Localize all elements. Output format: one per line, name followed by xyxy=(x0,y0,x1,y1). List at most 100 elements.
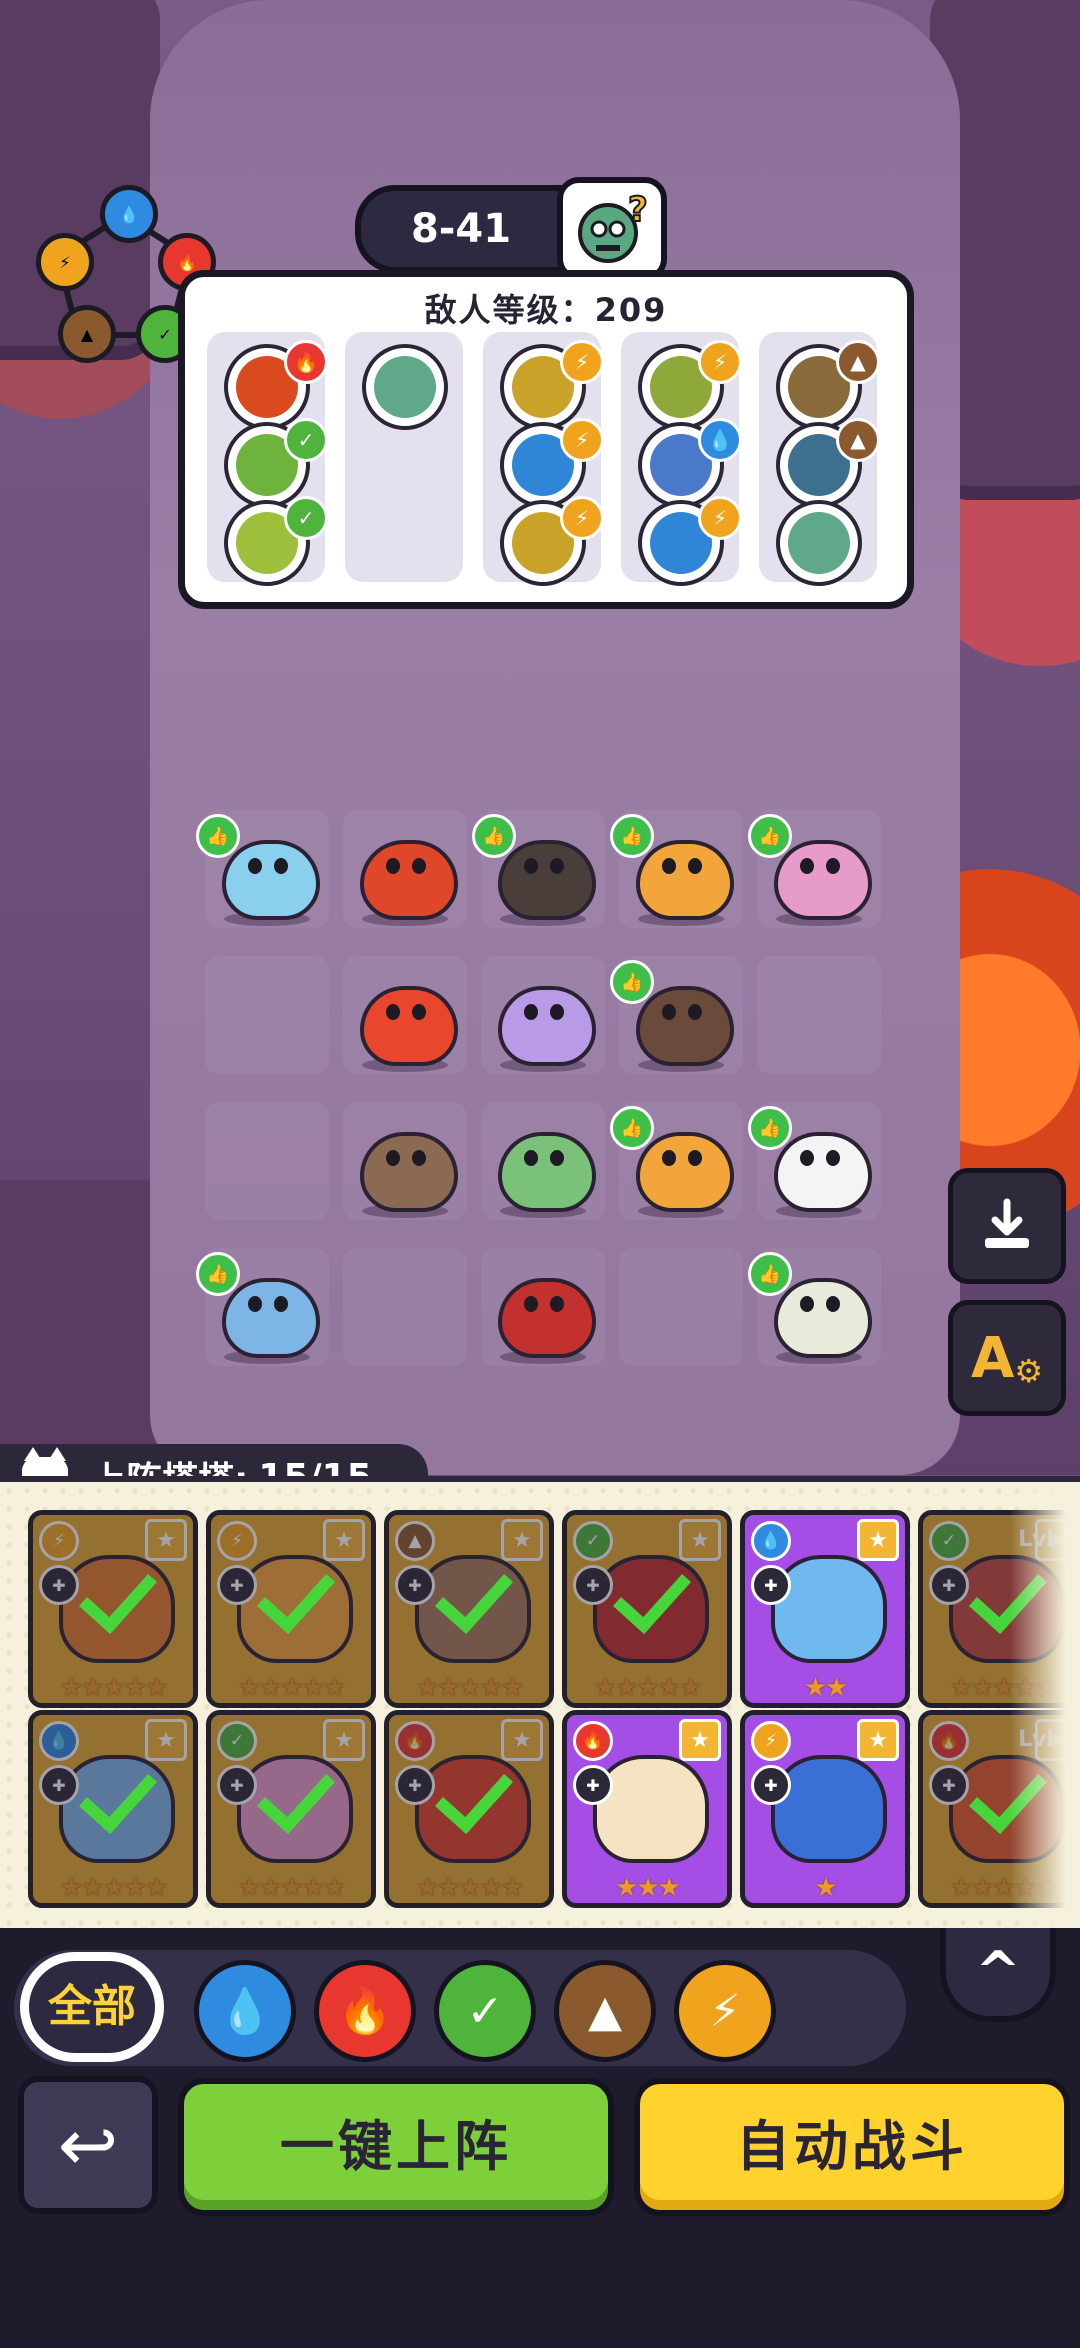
unit-eye xyxy=(826,1150,840,1166)
unit-eye xyxy=(524,858,538,874)
tower-unit[interactable] xyxy=(488,966,598,1072)
tower-card[interactable]: 🔥 ✚ ★ ★★★★★ xyxy=(384,1710,554,1908)
enemy-portrait[interactable] xyxy=(776,500,862,586)
unit-eye xyxy=(274,1296,288,1312)
auto-battle-label: 自动战斗 xyxy=(736,2115,968,2178)
collapse-tray-button[interactable]: ^ xyxy=(940,1928,1056,2022)
enemy-portrait[interactable]: ▲ xyxy=(776,340,880,430)
tower-unit[interactable]: 👍 xyxy=(472,814,598,926)
unit-body xyxy=(222,840,320,920)
water-icon: 💧 xyxy=(217,1986,273,2037)
unit-eye xyxy=(274,858,288,874)
grid-tile[interactable] xyxy=(757,956,881,1074)
unit-eye xyxy=(800,1150,814,1166)
enemy-portrait[interactable]: ✓ xyxy=(224,496,328,586)
tower-card-tray[interactable]: ⚡ ✚ ★ ★★★★★ ⚡ ✚ ★ ★★★★★ ▲ ✚ ★ ★★★★★ ✓ ✚ ★ ★★★★★ 💧 ✚ ★ ★★ ✓ ✚ ★… xyxy=(0,1476,1080,1934)
enemy-portrait[interactable]: ⚡ xyxy=(500,340,604,430)
tower-unit[interactable]: 👍 xyxy=(748,814,874,926)
lightning-icon: ⚡ xyxy=(751,1721,791,1761)
enemy-portrait[interactable]: ⚡ xyxy=(500,418,604,508)
leaf-icon: ✓ xyxy=(284,418,328,462)
fire-icon: 🔥 xyxy=(573,1721,613,1761)
thumbs-up-icon: 👍 xyxy=(610,814,654,858)
unit-eye xyxy=(550,1296,564,1312)
filter-leaf-button[interactable]: ✓ xyxy=(434,1960,536,2062)
tower-unit[interactable]: 👍 xyxy=(748,1106,874,1218)
tower-card[interactable]: ⚡ ✚ ★ ★★★★★ xyxy=(28,1510,198,1708)
unit-eye xyxy=(524,1004,538,1020)
fire-icon: 🔥 xyxy=(284,340,328,384)
unit-body xyxy=(222,1278,320,1358)
enemy-column: 🔥 ✓ ✓ xyxy=(207,332,328,586)
tower-card[interactable]: ✓ ✚ ★ ★★★★★ xyxy=(206,1710,376,1908)
tower-unit[interactable] xyxy=(488,1112,598,1218)
thumbs-up-icon: 👍 xyxy=(610,960,654,1004)
tower-unit[interactable] xyxy=(488,1258,598,1364)
unit-body xyxy=(636,840,734,920)
filter-fire-button[interactable]: 🔥 xyxy=(314,1960,416,2062)
enemy-portrait[interactable]: 🔥 xyxy=(224,340,328,430)
tower-unit[interactable]: 👍 xyxy=(610,1106,736,1218)
auto-settings-button[interactable]: A ⚙ xyxy=(948,1300,1066,1416)
tower-card[interactable]: 🔥 ✚ ★ ★★★ xyxy=(562,1710,732,1908)
enemy-portrait[interactable]: ⚡ xyxy=(638,496,742,586)
thumbs-up-icon: 👍 xyxy=(610,1106,654,1150)
filter-earth-button[interactable]: ▲ xyxy=(554,1960,656,2062)
thumbs-up-icon: 👍 xyxy=(748,814,792,858)
tower-unit[interactable] xyxy=(350,1112,460,1218)
tower-unit[interactable]: 👍 xyxy=(196,1252,322,1364)
filter-lightning-button[interactable]: ⚡ xyxy=(674,1960,776,2062)
lightning-icon: ⚡ xyxy=(698,496,742,540)
download-icon xyxy=(985,1198,1029,1248)
unit-eye xyxy=(826,858,840,874)
tower-card[interactable]: 💧 ✚ ★ ★★★★★ xyxy=(28,1710,198,1908)
deploy-all-button[interactable]: 一键上阵 xyxy=(178,2078,614,2216)
grid-tile[interactable] xyxy=(619,1248,743,1366)
grid-tile[interactable] xyxy=(343,1248,467,1366)
save-formation-button[interactable] xyxy=(948,1168,1066,1284)
stage-indicator[interactable]: 8-41 ? xyxy=(355,177,667,281)
enemy-portrait[interactable]: 💧 xyxy=(638,418,742,508)
deploy-all-label: 一键上阵 xyxy=(280,2115,512,2178)
filter-all-button[interactable]: 全部 xyxy=(20,1952,164,2062)
back-button[interactable]: ↩ xyxy=(18,2076,158,2214)
thumbs-up-icon: 👍 xyxy=(196,814,240,858)
tower-unit[interactable]: 👍 xyxy=(610,814,736,926)
tower-card[interactable]: ▲ ✚ ★ ★★★★★ xyxy=(384,1510,554,1708)
enemy-column: ⚡ ⚡ ⚡ xyxy=(483,332,604,586)
tower-portrait xyxy=(593,1755,709,1863)
filter-water-button[interactable]: 💧 xyxy=(194,1960,296,2062)
boss-zombie-icon[interactable]: ? xyxy=(557,177,667,281)
grid-tile[interactable] xyxy=(205,1102,329,1220)
tower-card[interactable]: ⚡ ✚ ★ ★★★★★ xyxy=(206,1510,376,1708)
tower-portrait xyxy=(771,1755,887,1863)
tower-unit[interactable] xyxy=(350,820,460,926)
enemy-portrait[interactable]: ⚡ xyxy=(638,340,742,430)
unit-eye xyxy=(412,1004,426,1020)
tower-unit[interactable]: 👍 xyxy=(610,960,736,1072)
stage-number: 8-41 xyxy=(410,206,512,252)
wheel-lightning-icon: ⚡ xyxy=(36,233,94,291)
tower-unit[interactable]: 👍 xyxy=(196,814,322,926)
enemy-portrait[interactable]: ⚡ xyxy=(500,496,604,586)
unit-eye xyxy=(688,1150,702,1166)
grid-tile[interactable] xyxy=(205,956,329,1074)
unit-eye xyxy=(386,1150,400,1166)
wheel-water-icon: 💧 xyxy=(100,185,158,243)
tower-unit[interactable] xyxy=(350,966,460,1072)
enemy-portrait[interactable]: ▲ xyxy=(776,418,880,508)
tower-card[interactable]: ⚡ ✚ ★ ★ xyxy=(740,1710,910,1908)
lightning-icon: ⚡ xyxy=(560,418,604,462)
tray-scroll-fade xyxy=(1010,1482,1080,1934)
auto-battle-button[interactable]: 自动战斗 xyxy=(634,2078,1070,2216)
star-icon: ★ xyxy=(857,1519,899,1561)
enemy-portrait[interactable]: ✓ xyxy=(224,418,328,508)
enemy-portrait[interactable] xyxy=(362,344,448,430)
tower-unit[interactable]: 👍 xyxy=(748,1252,874,1364)
lightning-icon: ⚡ xyxy=(560,340,604,384)
unit-eye xyxy=(662,858,676,874)
unit-eye xyxy=(550,858,564,874)
filter-all-label: 全部 xyxy=(29,1961,155,2053)
tower-card[interactable]: 💧 ✚ ★ ★★ xyxy=(740,1510,910,1708)
tower-card[interactable]: ✓ ✚ ★ ★★★★★ xyxy=(562,1510,732,1708)
